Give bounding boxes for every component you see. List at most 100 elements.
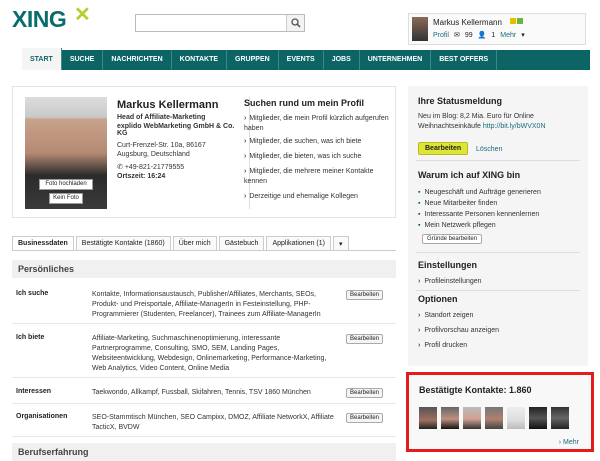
contacts-title: Bestätigte Kontakte: 1.860: [419, 385, 532, 395]
show-location-link[interactable]: Standort zeigen: [418, 312, 473, 319]
divider: [416, 252, 580, 253]
nav-gruppen[interactable]: GRUPPEN: [227, 50, 279, 70]
avatar[interactable]: [441, 407, 459, 429]
why-item: Interessante Personen kennenlernen: [418, 211, 539, 218]
main-nav: START SUCHE NACHRICHTEN KONTAKTE GRUPPEN…: [22, 48, 590, 70]
print-profile-link[interactable]: Profil drucken: [418, 342, 467, 349]
profile-link[interactable]: Profil: [433, 32, 449, 39]
user-box: Markus Kellermann Profil ✉ 99 👤 1 Mehr ▾: [408, 13, 586, 45]
search-link[interactable]: › Mitglieder, die mehrere meiner Kontakte…: [244, 167, 392, 187]
search-around-title: Suchen rund um mein Profil: [244, 98, 365, 108]
tab-applications[interactable]: Applikationen (1): [266, 236, 331, 250]
nav-unternehmen[interactable]: UNTERNEHMEN: [360, 50, 432, 70]
tabs-more-icon[interactable]: ▾: [332, 236, 349, 250]
tab-guestbook[interactable]: Gästebuch: [218, 236, 265, 250]
why-title: Warum ich auf XING bin: [418, 170, 521, 180]
messages-count[interactable]: 99: [465, 32, 473, 39]
premium-badge: [510, 18, 516, 24]
profile-company[interactable]: explido WebMarketing GmbH & Co. KG: [117, 123, 245, 137]
search-icon[interactable]: [286, 15, 304, 31]
right-sidebar: Ihre Statusmeldung Neu im Blog: 8,2 Mia.…: [408, 86, 588, 366]
table-row: Organisationen SEO-Stammtisch München, S…: [12, 413, 396, 437]
tab-contacts[interactable]: Bestätigte Kontakte (1860): [75, 236, 171, 250]
profile-city: Augsburg, Deutschland: [117, 151, 190, 158]
edit-button[interactable]: Bearbeiten: [346, 290, 384, 300]
status-delete-link[interactable]: Löschen: [476, 146, 502, 153]
search-input[interactable]: [135, 14, 305, 32]
nav-kontakte[interactable]: KONTAKTE: [172, 50, 228, 70]
row-label: Ich suche: [16, 290, 49, 297]
edit-button[interactable]: Bearbeiten: [346, 388, 384, 398]
more-link[interactable]: Mehr: [500, 32, 516, 39]
tab-businessdaten[interactable]: Businessdaten: [12, 236, 74, 250]
table-row: Interessen Taekwondo, Allkampf, Fussball…: [12, 388, 396, 404]
profile-preview-link[interactable]: Profilvorschau anzeigen: [418, 327, 499, 334]
table-row: Ich biete Affiliate-Marketing, Suchmasch…: [12, 334, 396, 378]
search-link[interactable]: › Mitglieder, die suchen, was ich biete: [244, 137, 392, 147]
confirmed-contacts-box: Bestätigte Kontakte: 1.860 › Mehr: [406, 372, 594, 452]
avatar[interactable]: [529, 407, 547, 429]
status-link[interactable]: http://bit.ly/bWVX0N: [483, 123, 546, 130]
profile-title: Head of Affiliate-Marketing: [117, 114, 206, 121]
nav-start[interactable]: START: [22, 48, 62, 70]
tab-underline: [12, 250, 396, 251]
xing-logo[interactable]: XING: [12, 6, 67, 33]
row-text: Affiliate-Marketing, Suchmaschinenoptimi…: [92, 335, 327, 372]
options-title: Optionen: [418, 294, 458, 304]
more-label: Mehr: [563, 439, 579, 446]
table-row: Ich suche Kontakte, Informationsaustausc…: [12, 290, 396, 324]
search-link[interactable]: › Derzeitige und ehemalige Kollegen: [244, 192, 392, 202]
section-career: Berufserfahrung: [12, 443, 396, 461]
row-text: Taekwondo, Allkampf, Fussball, Skifahren…: [92, 389, 311, 396]
verified-badge: [517, 18, 523, 24]
avatar[interactable]: [419, 407, 437, 429]
row-label: Ich biete: [16, 334, 45, 341]
settings-title: Einstellungen: [418, 260, 478, 270]
nav-suche[interactable]: SUCHE: [62, 50, 104, 70]
section-personal: Persönliches: [12, 260, 396, 278]
avatar[interactable]: [485, 407, 503, 429]
status-edit-button[interactable]: Bearbeiten: [418, 142, 469, 155]
avatar[interactable]: [463, 407, 481, 429]
search-link[interactable]: › Mitglieder, die bieten, was ich suche: [244, 152, 392, 162]
chevron-right-icon: ›: [558, 439, 562, 446]
contacts-count[interactable]: 1: [491, 32, 495, 39]
profile-tabs: Businessdaten Bestätigte Kontakte (1860)…: [12, 236, 349, 250]
status-title: Ihre Statusmeldung: [418, 96, 503, 106]
status-text: Neu im Blog: 8,2 Mia. Euro für Online We…: [418, 113, 546, 130]
edit-reasons-button[interactable]: Gründe bearbeiten: [422, 234, 483, 244]
messages-icon[interactable]: ✉: [454, 31, 460, 39]
no-photo-button[interactable]: Kein Foto: [49, 193, 83, 204]
nav-best-offers[interactable]: BEST OFFERS: [431, 50, 498, 70]
edit-button[interactable]: Bearbeiten: [346, 413, 384, 423]
nav-events[interactable]: EVENTS: [279, 50, 324, 70]
divider: [416, 160, 580, 161]
profile-phone: ✆ +49-821-21779555: [117, 164, 185, 171]
contacts-icon[interactable]: 👤: [478, 31, 487, 39]
divider: [416, 290, 580, 291]
row-label: Interessen: [16, 388, 52, 395]
row-text: Kontakte, Informationsaustausch, Publish…: [92, 291, 321, 318]
nav-jobs[interactable]: JOBS: [324, 50, 360, 70]
xing-logo-mark: ✕: [74, 4, 91, 26]
tab-about[interactable]: Über mich: [172, 236, 217, 250]
avatar[interactable]: [551, 407, 569, 429]
search-link[interactable]: › Mitglieder, die mein Profil kürzlich au…: [244, 114, 392, 134]
chevron-down-icon: ▾: [521, 32, 525, 39]
user-name[interactable]: Markus Kellermann: [433, 18, 502, 27]
avatar[interactable]: [507, 407, 525, 429]
row-text: SEO-Stammtisch München, SEO Campixx, DMO…: [92, 414, 334, 431]
upload-photo-button[interactable]: Foto hochladen: [39, 179, 93, 190]
why-item: Neugeschäft und Aufträge generieren: [418, 189, 540, 196]
profile-settings-link[interactable]: Profileinstellungen: [418, 278, 481, 285]
contact-avatars: [419, 407, 569, 429]
why-item: Neue Mitarbeiter finden: [418, 200, 497, 207]
profile-name: Markus Kellermann: [117, 99, 219, 111]
edit-button[interactable]: Bearbeiten: [346, 334, 384, 344]
contacts-more-link[interactable]: › Mehr: [559, 439, 579, 446]
why-item: Mein Netzwerk pflegen: [418, 222, 495, 229]
profile-street: Curt-Frenzel-Str. 10a, 86167: [117, 142, 206, 149]
avatar[interactable]: [412, 17, 428, 41]
row-label: Organisationen: [16, 413, 68, 420]
nav-nachrichten[interactable]: NACHRICHTEN: [103, 50, 172, 70]
